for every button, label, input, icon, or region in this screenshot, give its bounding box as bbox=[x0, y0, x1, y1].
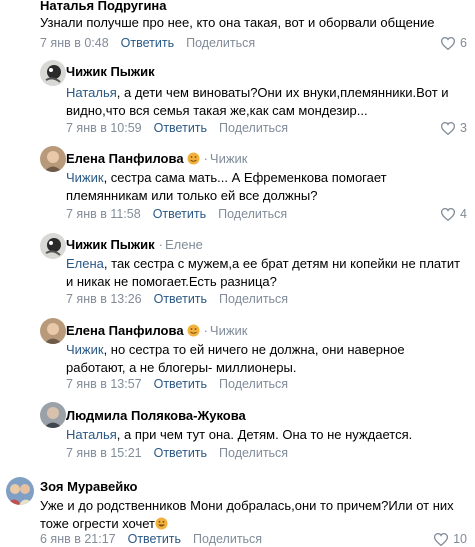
reply-button[interactable]: Ответить bbox=[154, 121, 207, 135]
comment-author[interactable]: Зоя Муравейко bbox=[40, 479, 138, 494]
comment-meta: 7 янв в 13:57 Ответить Поделиться bbox=[66, 377, 288, 391]
comment-author[interactable]: Чижик Пыжик bbox=[66, 64, 155, 79]
comment-date[interactable]: 7 янв в 13:26 bbox=[66, 292, 142, 306]
reply-to-link[interactable]: Чижик bbox=[210, 151, 248, 166]
heart-icon bbox=[440, 37, 455, 51]
comment-author: Елена Панфилова · Чижик bbox=[66, 323, 248, 338]
comment-text: Чижик, сестра сама мать... А Ефременкова… bbox=[66, 170, 387, 203]
smile-emoji-icon bbox=[187, 152, 200, 165]
like-button[interactable]: 4 bbox=[440, 207, 467, 222]
comment-text: Наталья, а при чем тут она. Детям. Она т… bbox=[66, 427, 413, 442]
comment-meta: 7 янв в 11:58 Ответить Поделиться bbox=[66, 207, 287, 221]
comment-meta: 7 янв в 15:21 Ответить Поделиться bbox=[66, 446, 288, 460]
comment-meta: 7 янв в 13:26 Ответить Поделиться bbox=[66, 292, 288, 306]
comment-author[interactable]: Наталья Подругина bbox=[40, 0, 167, 13]
author-name[interactable]: Чижик Пыжик bbox=[66, 237, 155, 252]
avatar[interactable] bbox=[40, 146, 66, 172]
avatar[interactable] bbox=[40, 60, 66, 86]
share-button[interactable]: Поделиться bbox=[219, 121, 288, 135]
share-button[interactable]: Поделиться bbox=[219, 446, 288, 460]
share-button[interactable]: Поделиться bbox=[219, 292, 288, 306]
share-button[interactable]: Поделиться bbox=[186, 36, 255, 50]
comment-date[interactable]: 7 янв в 10:59 bbox=[66, 121, 142, 135]
comment-date[interactable]: 7 янв в 13:57 bbox=[66, 377, 142, 391]
heart-icon bbox=[440, 122, 455, 136]
like-count: 6 bbox=[460, 36, 467, 50]
comment-author[interactable]: Людмила Полякова-Жукова bbox=[66, 408, 246, 423]
comment-date[interactable]: 7 янв в 11:58 bbox=[66, 207, 141, 221]
comment-meta: 7 янв в 10:59 Ответить Поделиться bbox=[66, 121, 288, 135]
author-name[interactable]: Елена Панфилова bbox=[66, 323, 184, 338]
avatar[interactable] bbox=[40, 318, 66, 344]
comment-text: Узнали получше про нее, кто она такая, в… bbox=[40, 15, 435, 30]
comment-date[interactable]: 6 янв в 21:17 bbox=[40, 532, 116, 546]
like-button[interactable]: 10 bbox=[433, 532, 467, 547]
comment-meta: 7 янв в 0:48 Ответить Поделиться bbox=[40, 36, 255, 50]
grin-emoji-icon bbox=[155, 517, 168, 530]
comment-meta: 6 янв в 21:17 Ответить Поделиться bbox=[40, 532, 262, 546]
comment-date[interactable]: 7 янв в 15:21 bbox=[66, 446, 142, 460]
reply-button[interactable]: Ответить bbox=[154, 446, 207, 460]
share-button[interactable]: Поделиться bbox=[219, 377, 288, 391]
heart-icon bbox=[433, 533, 448, 547]
comment-text: Уже и до родственников Мони добралась,он… bbox=[40, 498, 454, 531]
reply-button[interactable]: Ответить bbox=[154, 377, 207, 391]
comment-text: Наталья, а дети чем виноваты?Они их внук… bbox=[66, 85, 449, 118]
share-button[interactable]: Поделиться bbox=[218, 207, 287, 221]
reply-button[interactable]: Ответить bbox=[128, 532, 181, 546]
mention-link[interactable]: Елена bbox=[66, 256, 104, 271]
avatar[interactable] bbox=[40, 402, 66, 428]
reply-to-link[interactable]: Чижик bbox=[210, 323, 248, 338]
comment-author: Чижик Пыжик · Елене bbox=[66, 237, 203, 252]
avatar[interactable] bbox=[6, 477, 34, 505]
comment-date[interactable]: 7 янв в 0:48 bbox=[40, 36, 109, 50]
comment-author: Елена Панфилова · Чижик bbox=[66, 151, 248, 166]
author-name[interactable]: Елена Панфилова bbox=[66, 151, 184, 166]
reply-button[interactable]: Ответить bbox=[153, 207, 206, 221]
reply-button[interactable]: Ответить bbox=[121, 36, 174, 50]
comment-text: Елена, так сестра с мужем,а ее брат детя… bbox=[66, 256, 461, 289]
avatar[interactable] bbox=[40, 233, 66, 259]
reply-to-link[interactable]: Елене bbox=[165, 237, 203, 252]
like-count: 4 bbox=[460, 207, 467, 221]
comment-text: Чижик, но сестра то ей ничего не должна,… bbox=[66, 342, 405, 375]
mention-link[interactable]: Наталья bbox=[66, 85, 117, 100]
share-button[interactable]: Поделиться bbox=[193, 532, 262, 546]
reply-button[interactable]: Ответить bbox=[154, 292, 207, 306]
like-count: 3 bbox=[460, 121, 467, 135]
like-button[interactable]: 3 bbox=[440, 121, 467, 136]
like-count: 10 bbox=[453, 532, 467, 546]
heart-icon bbox=[440, 208, 455, 222]
mention-link[interactable]: Чижик bbox=[66, 170, 104, 185]
mention-link[interactable]: Чижик bbox=[66, 342, 104, 357]
like-button[interactable]: 6 bbox=[440, 36, 467, 51]
smile-emoji-icon bbox=[187, 324, 200, 337]
mention-link[interactable]: Наталья bbox=[66, 427, 117, 442]
